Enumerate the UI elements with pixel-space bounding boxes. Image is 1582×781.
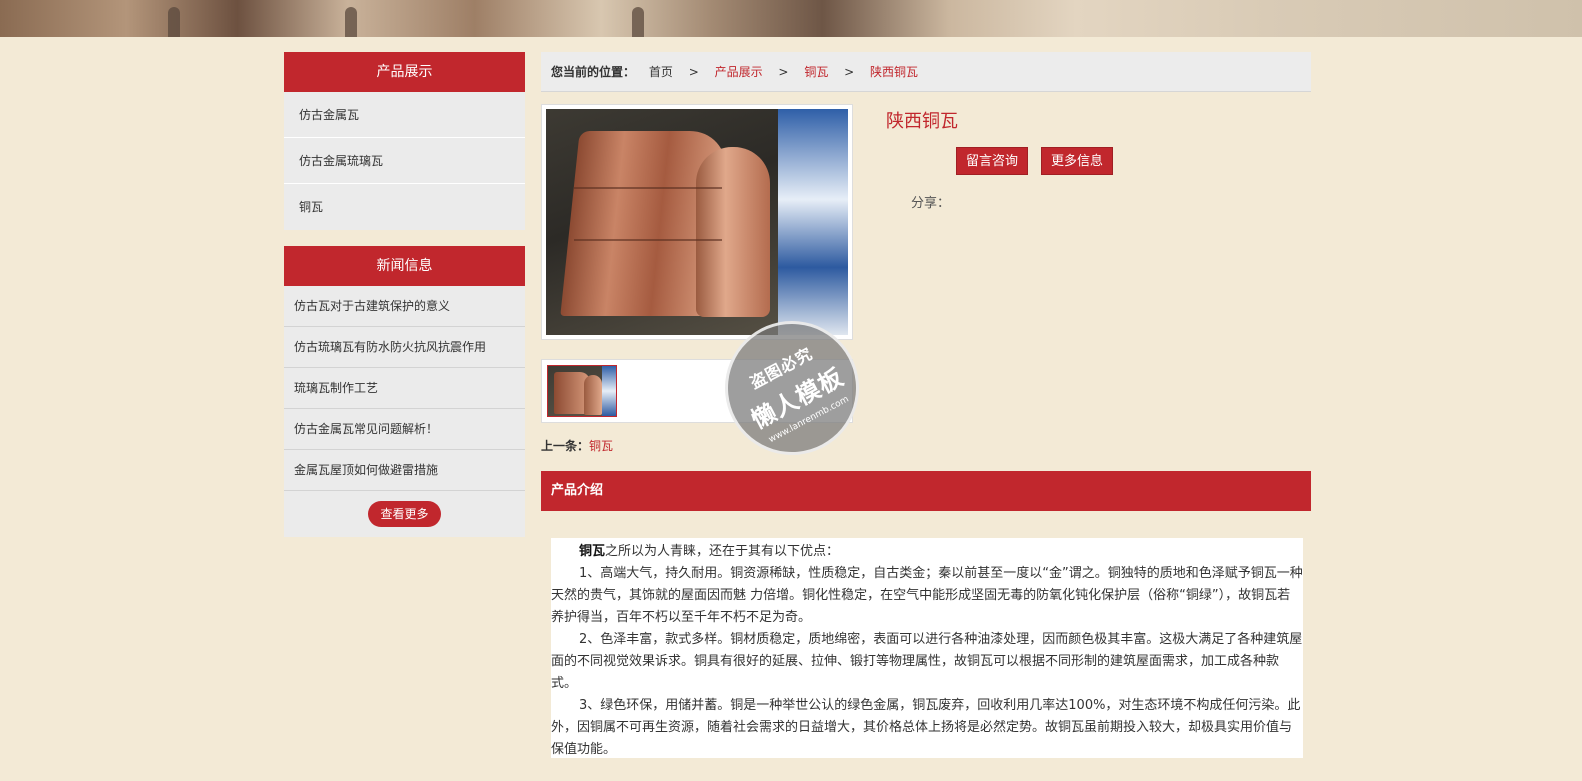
banner-figure <box>632 7 644 37</box>
sidebar-news-box: 新闻信息 仿古瓦对于古建筑保护的意义 仿古琉璃瓦有防水防火抗风抗震作用 琉璃瓦制… <box>284 246 525 537</box>
intro-content: 铜瓦之所以为人青睐，还在于其有以下优点： 1、高端大气，持久耐用。铜资源稀缺，性… <box>551 538 1303 758</box>
news-item[interactable]: 仿古金属瓦常见问题解析！ <box>284 409 525 450</box>
intro-lead: 铜瓦之所以为人青睐，还在于其有以下优点： <box>551 541 1303 563</box>
breadcrumb-label: 您当前的位置： <box>551 65 636 79</box>
prev-label: 上一条： <box>541 439 590 453</box>
breadcrumb-separator: > <box>778 65 789 79</box>
product-thumbnail[interactable] <box>547 365 617 417</box>
prev-article: 上一条：铜瓦 <box>541 437 613 454</box>
breadcrumb-separator: > <box>844 65 855 79</box>
sidebar-product-item[interactable]: 仿古金属琉璃瓦 <box>284 138 525 184</box>
breadcrumb: 您当前的位置： 首页 > 产品展示 > 铜瓦 > 陕西铜瓦 <box>541 52 1311 92</box>
photo-background <box>778 109 848 335</box>
product-photo <box>546 109 848 335</box>
intro-paragraph: 2、色泽丰富，款式多样。铜材质稳定，质地绵密，表面可以进行各种油漆处理，因而颜色… <box>551 632 1303 691</box>
header-banner-image <box>0 0 1582 37</box>
thumbnail-background <box>602 366 616 416</box>
view-more-button[interactable]: 查看更多 <box>368 501 441 527</box>
product-title: 陕西铜瓦 <box>886 111 958 132</box>
news-item[interactable]: 琉璃瓦制作工艺 <box>284 368 525 409</box>
photo-copper-ridge <box>696 147 770 317</box>
intro-paragraph: 1、高端大气，持久耐用。铜资源稀缺，性质稳定，自古类金；秦以前甚至一度以“金”谓… <box>551 566 1303 625</box>
sidebar-products-title: 产品展示 <box>284 52 525 92</box>
breadcrumb-separator: > <box>688 65 699 79</box>
more-info-button[interactable]: 更多信息 <box>1041 147 1114 175</box>
banner-figure <box>168 7 180 37</box>
news-item[interactable]: 仿古瓦对于古建筑保护的意义 <box>284 286 525 327</box>
sidebar-product-item[interactable]: 仿古金属瓦 <box>284 92 525 138</box>
thumbnail-ridge <box>584 375 602 415</box>
photo-tile-line <box>574 187 722 189</box>
breadcrumb-home-link[interactable]: 首页 <box>649 65 673 79</box>
product-main-image[interactable] <box>541 104 853 340</box>
intro-lead-bold: 铜瓦 <box>579 544 606 559</box>
news-item[interactable]: 仿古琉璃瓦有防水防火抗风抗震作用 <box>284 327 525 368</box>
breadcrumb-current-link[interactable]: 陕西铜瓦 <box>870 65 918 79</box>
consult-button[interactable]: 留言咨询 <box>956 147 1029 175</box>
prev-link[interactable]: 铜瓦 <box>589 439 613 453</box>
photo-tile-line <box>574 239 722 241</box>
share-label: 分享： <box>911 196 951 211</box>
breadcrumb-category-link[interactable]: 铜瓦 <box>804 65 828 79</box>
sidebar-products-box: 产品展示 仿古金属瓦 仿古金属琉璃瓦 铜瓦 <box>284 52 525 230</box>
news-item[interactable]: 金属瓦屋顶如何做避雷措施 <box>284 450 525 491</box>
breadcrumb-products-link[interactable]: 产品展示 <box>715 65 763 79</box>
intro-section-title: 产品介绍 <box>541 471 1311 511</box>
sidebar-news-title: 新闻信息 <box>284 246 525 286</box>
sidebar-product-item[interactable]: 铜瓦 <box>284 184 525 230</box>
intro-paragraph: 3、绿色环保，用储并蓄。铜是一种举世公认的绿色金属，铜瓦废弃，回收利用几率达10… <box>551 698 1301 757</box>
intro-lead-text: 之所以为人青睐，还在于其有以下优点： <box>605 544 840 559</box>
banner-figure <box>345 7 357 37</box>
